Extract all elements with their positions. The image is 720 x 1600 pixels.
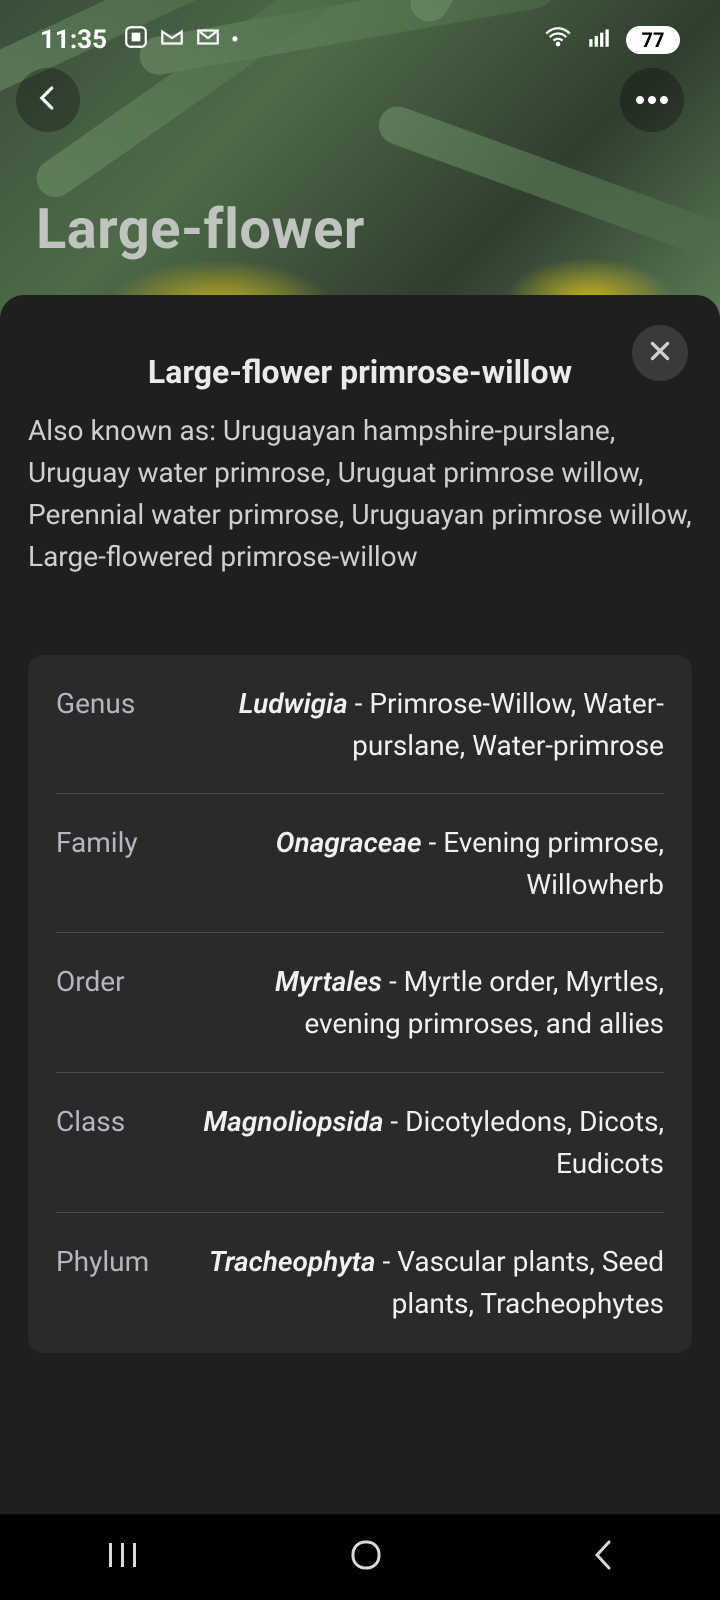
- scientific-name: Tracheophyta: [208, 1245, 376, 1278]
- home-button[interactable]: [349, 1538, 383, 1576]
- taxonomy-label: Genus: [56, 687, 136, 720]
- also-known-as: Also known as: Uruguayan hampshire-pursl…: [28, 414, 692, 573]
- taxonomy-value: Magnoliopsida - Dicotyledons, Dicots, Eu…: [194, 1073, 664, 1212]
- taxonomy-card: Genus Ludwigia - Primrose-Willow, Water-…: [28, 655, 692, 1353]
- taxonomy-label: Order: [56, 965, 125, 998]
- taxonomy-row-family: Family Onagraceae - Evening primrose, Wi…: [56, 794, 664, 933]
- close-icon: [647, 338, 673, 368]
- notification-icons: •: [123, 24, 239, 57]
- signal-icon: [586, 24, 612, 57]
- details-sheet: Large-flower primrose-willow Also known …: [0, 295, 720, 1515]
- sheet-title: Large-flower primrose-willow: [147, 353, 573, 391]
- common-names: - Primrose-Willow, Water-purslane, Water…: [347, 687, 664, 762]
- more-horizontal-icon: [634, 91, 670, 110]
- taxonomy-value: Tracheophyta - Vascular plants, Seed pla…: [194, 1213, 664, 1353]
- back-button[interactable]: [16, 68, 80, 132]
- navigation-bar: [0, 1514, 720, 1600]
- more-button[interactable]: [620, 68, 684, 132]
- battery-indicator: 77: [626, 26, 680, 54]
- taxonomy-row-phylum: Phylum Tracheophyta - Vascular plants, S…: [56, 1213, 664, 1353]
- common-names: - Dicotyledons, Dicots, Eudicots: [383, 1105, 664, 1180]
- scientific-name: Magnoliopsida: [203, 1105, 384, 1138]
- common-names: - Evening primrose, Willowherb: [421, 826, 664, 901]
- system-back-button[interactable]: [589, 1538, 617, 1576]
- wifi-icon: [544, 23, 572, 58]
- taxonomy-value: Myrtales - Myrtle order, Myrtles, evenin…: [194, 933, 664, 1072]
- status-bar: 11:35 • 77: [0, 0, 720, 80]
- dot-icon: •: [231, 27, 239, 53]
- taxonomy-row-genus: Genus Ludwigia - Primrose-Willow, Water-…: [56, 655, 664, 794]
- scientific-name: Onagraceae: [275, 826, 422, 859]
- chevron-left-icon: [33, 83, 63, 117]
- scientific-name: Ludwigia: [238, 687, 348, 720]
- gmail-icon: [159, 24, 185, 57]
- screenshot-icon: [123, 24, 149, 57]
- back-icon: [589, 1540, 617, 1576]
- close-button[interactable]: [632, 325, 688, 381]
- recent-apps-icon: [103, 1543, 143, 1574]
- taxonomy-label: Phylum: [56, 1245, 150, 1278]
- background-title: Large-flower: [36, 196, 365, 262]
- home-icon: [349, 1540, 383, 1576]
- taxonomy-value: Onagraceae - Evening primrose, Willowher…: [194, 794, 664, 932]
- status-right: 77: [544, 23, 680, 58]
- scientific-name: Myrtales: [274, 965, 382, 998]
- taxonomy-value: Ludwigia - Primrose-Willow, Water-pursla…: [194, 655, 664, 793]
- taxonomy-row-order: Order Myrtales - Myrtle order, Myrtles, …: [56, 933, 664, 1073]
- taxonomy-row-class: Class Magnoliopsida - Dicotyledons, Dico…: [56, 1073, 664, 1213]
- mail-icon: [195, 24, 221, 57]
- common-names: - Vascular plants, Seed plants, Tracheop…: [375, 1245, 664, 1320]
- recent-apps-button[interactable]: [103, 1540, 143, 1574]
- status-time: 11:35: [40, 25, 107, 55]
- taxonomy-label: Class: [56, 1105, 126, 1138]
- taxonomy-label: Family: [56, 826, 138, 859]
